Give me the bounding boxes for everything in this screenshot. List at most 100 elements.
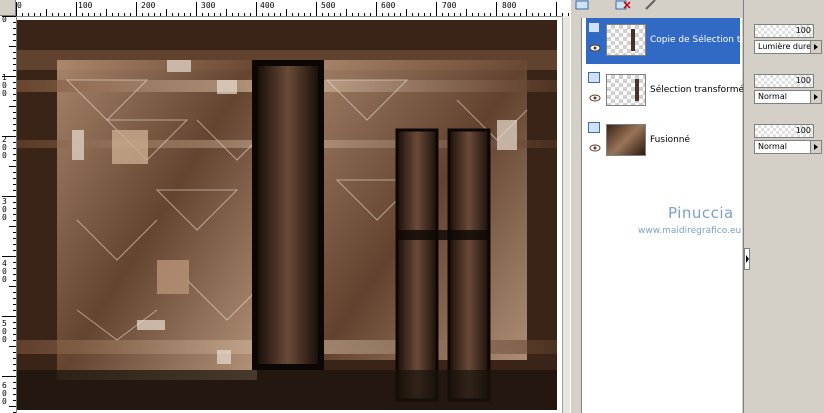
ruler-tick	[2, 136, 16, 137]
ruler-tick	[9, 226, 16, 227]
ruler-tick	[292, 13, 293, 16]
ruler-tick	[268, 13, 269, 16]
collapse-arrow-icon[interactable]	[744, 248, 750, 270]
ruler-label: 100	[78, 1, 93, 10]
image-canvas[interactable]	[17, 20, 557, 410]
opacity-slider[interactable]: 100	[754, 74, 814, 88]
ruler-tick	[13, 292, 16, 293]
ruler-tick	[34, 13, 35, 16]
ruler-tick	[544, 13, 545, 16]
ruler-label: 700	[442, 1, 457, 10]
delete-layer-icon[interactable]	[615, 0, 631, 10]
ruler-tick	[388, 13, 389, 16]
ruler-tick	[142, 13, 143, 16]
ruler-tick	[13, 160, 16, 161]
ruler-tick	[13, 328, 16, 329]
dropdown-arrow-icon[interactable]	[810, 91, 821, 103]
ruler-label: 400	[2, 259, 7, 284]
layer-2-properties: 100 Normal	[752, 124, 824, 164]
ruler-tick	[13, 358, 16, 359]
layer-row-fusionne[interactable]: Fusionné	[586, 118, 740, 164]
visibility-eye-icon[interactable]	[589, 94, 601, 102]
ruler-tick	[478, 13, 479, 16]
ruler-tick	[220, 13, 221, 16]
ruler-tick	[58, 13, 59, 16]
new-layer-icon[interactable]	[575, 0, 591, 10]
ruler-tick	[9, 346, 16, 347]
ruler-tick	[190, 13, 191, 16]
ruler-tick	[112, 13, 113, 16]
blend-mode-select[interactable]: Lumière dure	[754, 40, 822, 54]
ruler-tick	[2, 316, 16, 317]
ruler-tick	[13, 340, 16, 341]
opacity-slider[interactable]: 100	[754, 24, 814, 38]
ruler-tick	[154, 13, 155, 16]
layers-toolbar	[571, 0, 745, 14]
palette-splitter[interactable]	[743, 0, 752, 413]
opacity-slider[interactable]: 100	[754, 124, 814, 138]
ruler-tick	[13, 28, 16, 29]
ruler-tick	[64, 13, 65, 16]
ruler-tick	[352, 13, 353, 16]
ruler-tick	[13, 172, 16, 173]
ruler-tick	[514, 13, 515, 16]
ruler-tick	[13, 184, 16, 185]
ruler-tick	[13, 364, 16, 365]
layer-name: Sélection transformée	[650, 85, 750, 95]
ruler-tick	[13, 70, 16, 71]
dropdown-arrow-icon[interactable]	[810, 141, 821, 153]
ruler-tick	[13, 208, 16, 209]
ruler-tick	[466, 9, 467, 16]
ruler-tick	[13, 244, 16, 245]
ruler-tick	[316, 2, 317, 16]
ruler-tick	[82, 13, 83, 16]
blend-mode-select[interactable]: Normal	[754, 140, 822, 154]
ruler-tick	[400, 13, 401, 16]
ruler-tick	[382, 13, 383, 16]
ruler-tick	[460, 13, 461, 16]
ruler-tick	[2, 16, 16, 17]
blend-mode-select[interactable]: Normal	[754, 90, 822, 104]
raster-layer-icon	[588, 22, 600, 33]
ruler-tick	[484, 13, 485, 16]
ruler-tick	[13, 202, 16, 203]
ruler-tick	[424, 13, 425, 16]
ruler-tick	[13, 322, 16, 323]
ruler-tick	[334, 13, 335, 16]
edit-layer-icon[interactable]	[643, 0, 659, 10]
ruler-tick	[13, 214, 16, 215]
ruler-tick	[13, 118, 16, 119]
ruler-tick	[244, 13, 245, 16]
ruler-tick	[9, 46, 16, 47]
ruler-tick	[40, 13, 41, 16]
ruler-tick	[2, 76, 16, 77]
watermark-title: Pinuccia	[668, 204, 734, 222]
dropdown-arrow-icon[interactable]	[810, 41, 821, 53]
blend-mode-value: Lumière dure	[758, 42, 812, 51]
canvas-workspace: 0 100 200 300 400 500 600 700 800 0 100 …	[0, 0, 571, 413]
ruler-tick	[310, 13, 311, 16]
visibility-eye-icon[interactable]	[589, 44, 601, 52]
ruler-label: 500	[321, 1, 336, 10]
ruler-tick	[13, 274, 16, 275]
ruler-tick	[208, 13, 209, 16]
ruler-tick	[70, 13, 71, 16]
ruler-tick	[2, 196, 16, 197]
ruler-tick	[118, 13, 119, 16]
layer-row-copie-selection[interactable]: Copie de Sélection tran	[586, 18, 755, 64]
layer-row-selection-transformee[interactable]: Sélection transformée	[586, 68, 750, 114]
ruler-tick	[328, 13, 329, 16]
ruler-tick	[508, 13, 509, 16]
ruler-tick	[496, 2, 497, 16]
artwork-image	[17, 20, 557, 410]
visibility-eye-icon[interactable]	[589, 144, 601, 152]
watermark-url: www.maidiregrafico.eu	[638, 226, 742, 236]
ruler-corner	[0, 0, 16, 16]
ruler-tick	[304, 13, 305, 16]
ruler-tick	[13, 124, 16, 125]
opacity-value: 100	[795, 76, 811, 85]
ruler-tick	[13, 112, 16, 113]
ruler-label: 400	[260, 1, 275, 10]
ruler-tick	[13, 388, 16, 389]
ruler-tick	[262, 13, 263, 16]
